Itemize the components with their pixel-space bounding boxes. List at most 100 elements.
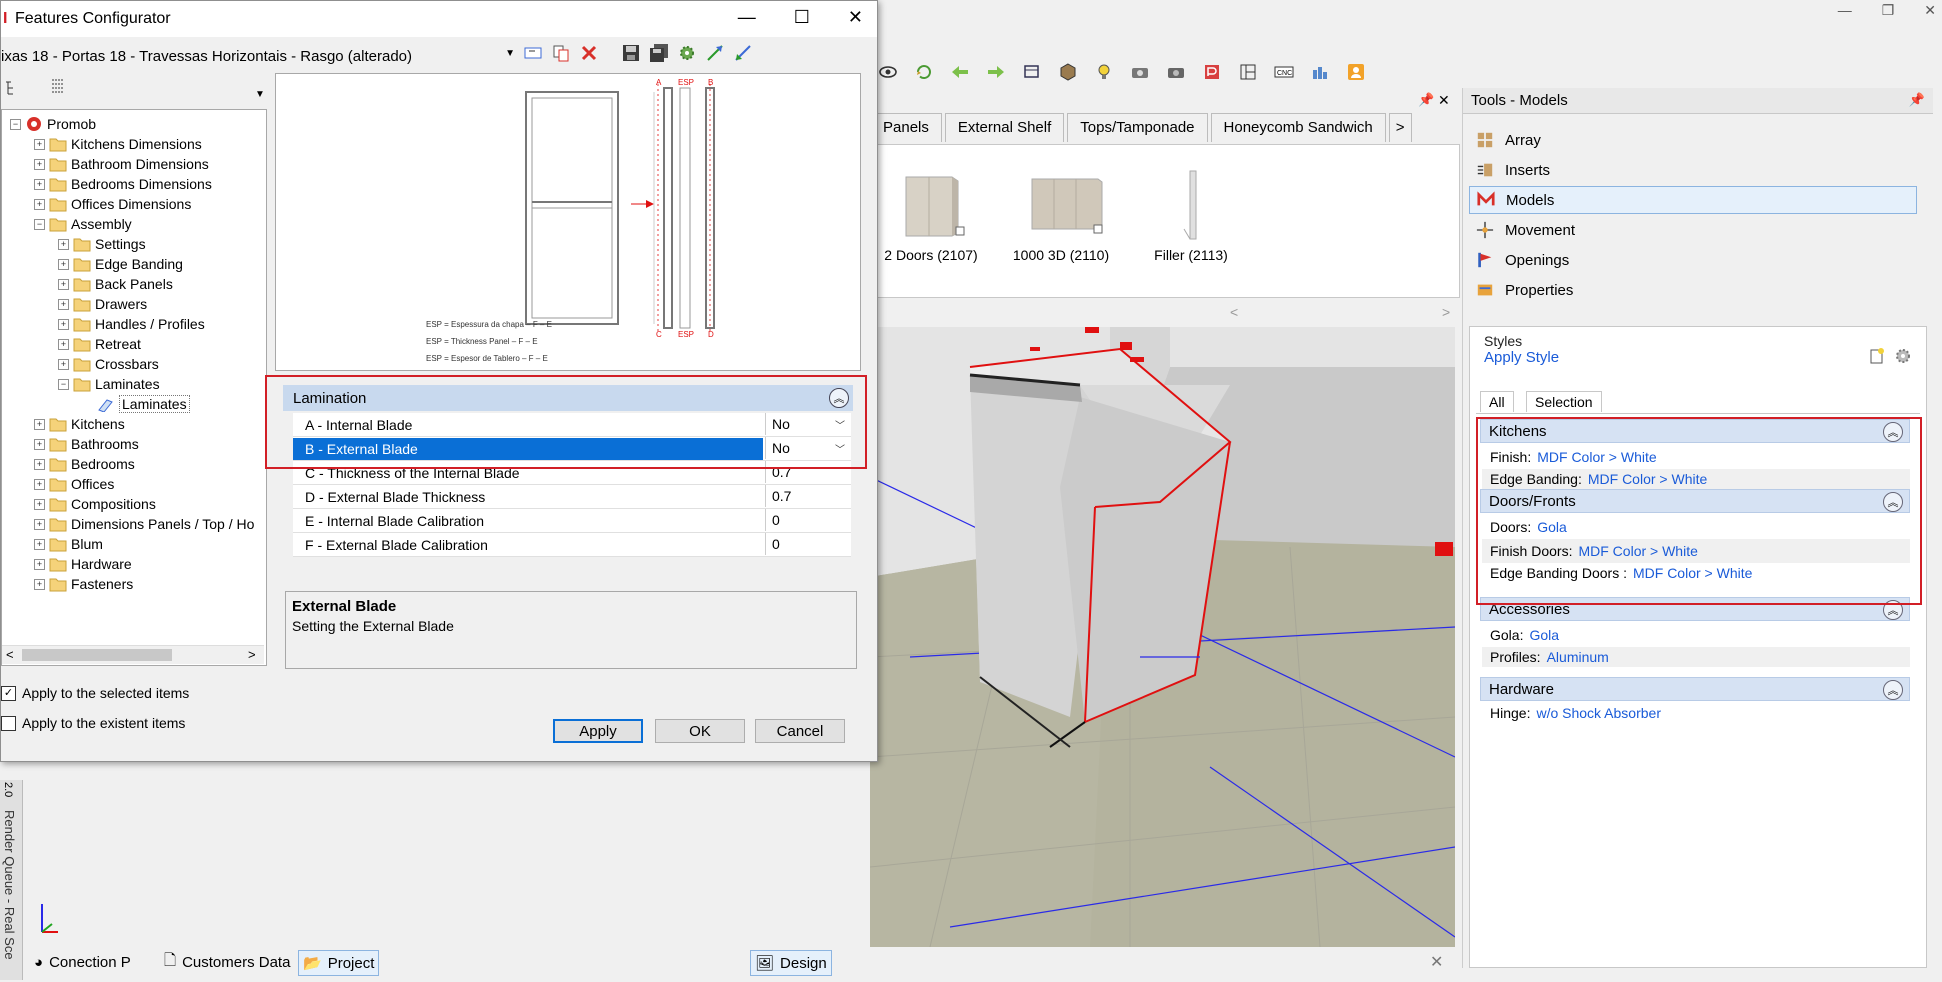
thumbnail-2-doors[interactable]: 2 Doors (2107) xyxy=(861,169,1001,263)
tree-node[interactable]: + Back Panels xyxy=(58,274,173,294)
tree-node[interactable]: + Crossbars xyxy=(58,354,159,374)
tree-node[interactable]: + Drawers xyxy=(58,294,147,314)
expand-icon[interactable]: + xyxy=(58,238,69,250)
expand-icon[interactable]: + xyxy=(58,318,69,330)
settings-icon[interactable] xyxy=(677,43,697,66)
arrow-right-icon[interactable] xyxy=(983,60,1009,84)
dialog-close-button[interactable]: ✕ xyxy=(848,7,863,28)
tab-conection[interactable]: ◕ Conection P xyxy=(30,950,135,974)
tree-node[interactable]: + Kitchens xyxy=(34,414,125,434)
apply-existent-checkbox[interactable]: Apply to the existent items xyxy=(1,713,185,733)
tree-node[interactable]: + Edge Banding xyxy=(58,254,183,274)
scroll-right-button[interactable]: > xyxy=(1442,304,1450,320)
layout-icon[interactable] xyxy=(1235,60,1261,84)
expand-icon[interactable]: + xyxy=(58,278,69,290)
expand-icon[interactable] xyxy=(705,43,725,66)
expand-icon[interactable]: + xyxy=(58,258,69,270)
tab-design[interactable]: 🖼 Design xyxy=(750,950,832,976)
arrow-left-icon[interactable] xyxy=(947,60,973,84)
expand-icon[interactable]: + xyxy=(34,138,45,150)
apply-style-link[interactable]: Apply Style xyxy=(1484,349,1559,366)
expand-icon[interactable]: + xyxy=(34,438,45,450)
user-icon[interactable] xyxy=(1343,60,1369,84)
rename-icon[interactable] xyxy=(523,43,543,66)
checkbox-checked[interactable]: ✓ xyxy=(1,685,16,701)
collapse-icon[interactable]: − xyxy=(34,218,45,230)
3d-viewport[interactable] xyxy=(870,327,1455,947)
tree-node[interactable]: + Kitchens Dimensions xyxy=(34,134,202,154)
tree-view-icon[interactable] xyxy=(3,79,21,100)
tree-node[interactable]: + Fasteners xyxy=(34,574,133,594)
tree-node[interactable]: + Hardware xyxy=(34,554,132,574)
tree-node[interactable]: + Offices Dimensions xyxy=(34,194,191,214)
prop-value-link[interactable]: Gola xyxy=(1529,627,1559,643)
tree-node[interactable]: − Assembly xyxy=(34,214,132,234)
camera-icon[interactable] xyxy=(1127,60,1153,84)
cnc-icon[interactable]: CNC xyxy=(1271,60,1297,84)
tree-node[interactable]: + Retreat xyxy=(58,334,141,354)
expand-icon[interactable]: + xyxy=(34,418,45,430)
save-all-icon[interactable] xyxy=(649,43,669,66)
prop-row-internal-calibration[interactable]: E - Internal Blade Calibration 0 xyxy=(293,509,851,533)
save-icon[interactable] xyxy=(621,43,641,66)
scroll-thumb[interactable] xyxy=(22,649,172,661)
section-hardware[interactable]: Hardware ︽ xyxy=(1480,677,1910,701)
scroll-right-button[interactable]: > xyxy=(248,647,256,662)
gear-icon[interactable] xyxy=(1894,347,1912,368)
tree-node[interactable]: + Compositions xyxy=(34,494,156,514)
apply-button[interactable]: Apply xyxy=(553,719,643,743)
camera-settings-icon[interactable] xyxy=(1163,60,1189,84)
panel-pin-icon[interactable]: 📌 xyxy=(1418,92,1434,108)
expand-icon[interactable]: + xyxy=(58,298,69,310)
collapse-icon[interactable] xyxy=(733,43,753,66)
tab-tops-tamponade[interactable]: Tops/Tamponade xyxy=(1067,113,1208,142)
expand-icon[interactable]: + xyxy=(34,538,45,550)
dropdown-arrow-icon[interactable]: ▼ xyxy=(505,48,515,59)
pin-icon[interactable]: 📌 xyxy=(1909,92,1925,108)
tool-properties[interactable]: Properties xyxy=(1469,276,1917,304)
tree-node[interactable]: + Settings xyxy=(58,234,146,254)
eye-icon[interactable] xyxy=(875,60,901,84)
tree-node[interactable]: − Promob xyxy=(10,114,96,134)
report-icon[interactable] xyxy=(1307,60,1333,84)
tree-node[interactable]: + Handles / Profiles xyxy=(58,314,205,334)
bottom-panel-close-button[interactable]: ✕ xyxy=(1430,952,1443,972)
expand-icon[interactable]: + xyxy=(34,518,45,530)
light-icon[interactable] xyxy=(1091,60,1117,84)
scroll-left-button[interactable]: < xyxy=(6,647,14,662)
checkbox-unchecked[interactable] xyxy=(1,715,16,731)
cancel-button[interactable]: Cancel xyxy=(755,719,845,743)
tree-node[interactable]: + Bathroom Dimensions xyxy=(34,154,209,174)
new-style-icon[interactable] xyxy=(1868,347,1886,368)
tree-horizontal-scrollbar[interactable]: < > xyxy=(2,645,264,664)
expand-icon[interactable]: + xyxy=(34,498,45,510)
tree-node[interactable]: + Dimensions Panels / Top / Ho xyxy=(34,514,254,534)
external-calibration-input[interactable]: 0 xyxy=(765,533,851,555)
tree-node[interactable]: + Blum xyxy=(34,534,103,554)
tab-external-shelf[interactable]: External Shelf xyxy=(944,113,1065,142)
tree-node[interactable]: + Bedrooms Dimensions xyxy=(34,174,212,194)
external-thickness-input[interactable]: 0.7 xyxy=(765,485,851,507)
render-queue-label[interactable]: Render Queue - Real Sce xyxy=(2,810,17,960)
dialog-minimize-button[interactable]: — xyxy=(738,7,756,28)
thumbnail-filler[interactable]: Filler (2113) xyxy=(1121,169,1261,263)
configuration-select[interactable]: ixas 18 - Portas 18 - Travessas Horizont… xyxy=(1,44,519,68)
copy-icon[interactable] xyxy=(551,43,571,66)
tree-node[interactable]: + Bedrooms xyxy=(34,454,135,474)
expand-icon[interactable]: + xyxy=(34,198,45,210)
tool-array[interactable]: Array xyxy=(1469,126,1917,154)
tab-panels[interactable]: Panels xyxy=(870,113,942,142)
internal-calibration-input[interactable]: 0 xyxy=(765,509,851,531)
prop-value-link[interactable]: Aluminum xyxy=(1547,649,1609,665)
view-icon[interactable] xyxy=(1019,60,1045,84)
prop-row-external-thickness[interactable]: D - External Blade Thickness 0.7 xyxy=(293,485,851,509)
chevron-up-icon[interactable]: ︽ xyxy=(1883,680,1903,700)
refresh-icon[interactable] xyxy=(911,60,937,84)
thumbnail-1000-3d[interactable]: 1000 3D (2110) xyxy=(991,169,1131,263)
collapse-icon[interactable]: − xyxy=(58,378,69,390)
tab-customers-data[interactable]: 🗋 Customers Data xyxy=(160,950,294,974)
apply-selected-checkbox[interactable]: ✓ Apply to the selected items xyxy=(1,683,189,703)
render-icon[interactable] xyxy=(1199,60,1225,84)
tool-movement[interactable]: Movement xyxy=(1469,216,1917,244)
dialog-title-bar[interactable]: I Features Configurator — ☐ ✕ xyxy=(1,1,877,37)
